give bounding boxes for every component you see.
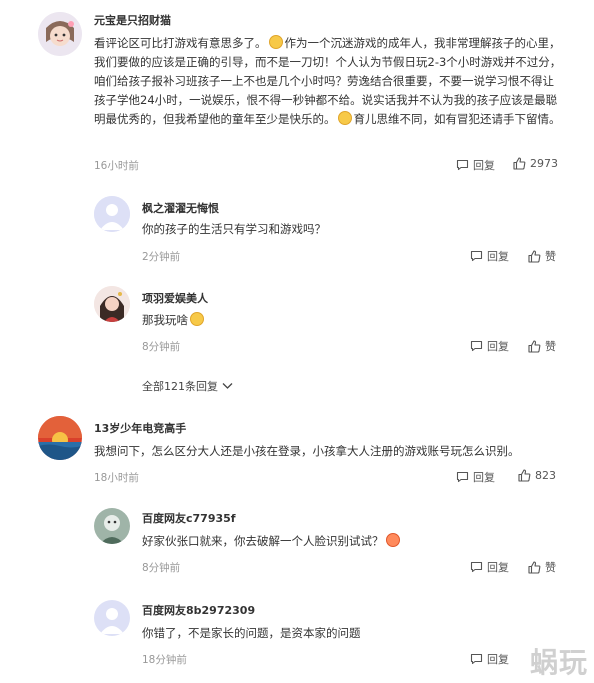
reply-3: 百度网友c77935f 好家伙张口就来，你去破解一个人脸识别试试？ 8分钟前 回… bbox=[0, 502, 594, 586]
emoji-icon bbox=[268, 35, 283, 49]
reply-button[interactable]: 回复 bbox=[470, 651, 509, 667]
reply-text: 好家伙张口就来，你去破解一个人脸识别试试？ bbox=[142, 532, 402, 551]
reply-icon bbox=[456, 471, 469, 483]
thumbs-up-icon bbox=[528, 339, 541, 353]
user-avatar[interactable] bbox=[94, 600, 130, 636]
chevron-down-icon bbox=[222, 383, 233, 389]
username[interactable]: 百度网友c77935f bbox=[142, 510, 236, 526]
reply-1: 枫之濯濯无悔恨 你的孩子的生活只有学习和游戏吗？ 2分钟前 回复 赞 bbox=[0, 190, 594, 270]
timestamp: 16小时前 bbox=[94, 160, 139, 172]
reply-button[interactable]: 回复 bbox=[470, 559, 509, 575]
username[interactable]: 百度网友8b2972309 bbox=[142, 602, 255, 618]
reply-icon bbox=[456, 159, 469, 171]
user-avatar[interactable] bbox=[94, 286, 130, 322]
username[interactable]: 枫之濯濯无悔恨 bbox=[142, 200, 219, 216]
reply-text: 你的孩子的生活只有学习和游戏吗？ bbox=[142, 222, 326, 236]
show-all-replies-link[interactable]: 全部121条回复 bbox=[142, 378, 233, 394]
user-avatar[interactable] bbox=[38, 416, 82, 460]
watermark-logo: 蜗玩 bbox=[529, 646, 588, 679]
like-button[interactable]: 2973 bbox=[513, 157, 558, 170]
reply-text: 那我玩啥 bbox=[142, 311, 206, 330]
reply-2: 项羽爱娱美人 那我玩啥 8分钟前 回复 赞 bbox=[0, 280, 594, 360]
reply-icon bbox=[470, 561, 483, 573]
thumbs-up-icon bbox=[518, 469, 531, 482]
thumbs-up-icon bbox=[528, 249, 541, 263]
username[interactable]: 项羽爱娱美人 bbox=[142, 290, 208, 306]
timestamp: 18分钟前 bbox=[142, 654, 187, 666]
thumbs-up-icon bbox=[513, 157, 526, 170]
comment-1: 元宝是只招财猫 看评论区可比打游戏有意思多了。 作为一个沉迷游戏的成年人，我非常理… bbox=[0, 0, 594, 180]
comment-2: 13岁少年电竞高手 我想问下，怎么区分大人还是小孩在登录，小孩拿大人注册的游戏账… bbox=[0, 410, 594, 490]
timestamp: 2分钟前 bbox=[142, 251, 181, 263]
user-avatar[interactable] bbox=[94, 196, 130, 232]
timestamp: 8分钟前 bbox=[142, 562, 181, 574]
emoji-icon bbox=[337, 111, 352, 125]
like-button[interactable]: 赞 bbox=[528, 559, 556, 575]
username[interactable]: 元宝是只招财猫 bbox=[94, 12, 171, 28]
timestamp: 8分钟前 bbox=[142, 341, 181, 353]
comment-text: 看评论区可比打游戏有意思多了。 作为一个沉迷游戏的成年人，我非常理解孩子的心里，我… bbox=[94, 35, 562, 126]
reply-icon bbox=[470, 340, 483, 352]
emoji-icon bbox=[190, 312, 204, 326]
reply-button[interactable]: 回复 bbox=[470, 338, 509, 354]
reply-text: 你错了，不是家长的问题，是资本家的问题 bbox=[142, 626, 361, 640]
user-avatar[interactable] bbox=[38, 12, 82, 56]
reply-4: 百度网友8b2972309 你错了，不是家长的问题，是资本家的问题 18分钟前 … bbox=[0, 594, 594, 683]
thumbs-up-icon bbox=[528, 560, 541, 574]
reply-button[interactable]: 回复 bbox=[456, 157, 495, 173]
reply-button[interactable]: 回复 bbox=[456, 469, 495, 485]
comment-text: 我想问下，怎么区分大人还是小孩在登录，小孩拿大人注册的游戏账号玩怎么识别。 bbox=[94, 444, 520, 458]
reply-button[interactable]: 回复 bbox=[470, 248, 509, 264]
timestamp: 18小时前 bbox=[94, 472, 139, 484]
reply-icon bbox=[470, 250, 483, 262]
like-button[interactable]: 823 bbox=[518, 469, 556, 482]
user-avatar[interactable] bbox=[94, 508, 130, 544]
username[interactable]: 13岁少年电竞高手 bbox=[94, 420, 186, 436]
reply-icon bbox=[470, 653, 483, 665]
like-button[interactable]: 赞 bbox=[528, 338, 556, 354]
like-button[interactable]: 赞 bbox=[528, 248, 556, 264]
emoji-icon bbox=[385, 533, 400, 547]
